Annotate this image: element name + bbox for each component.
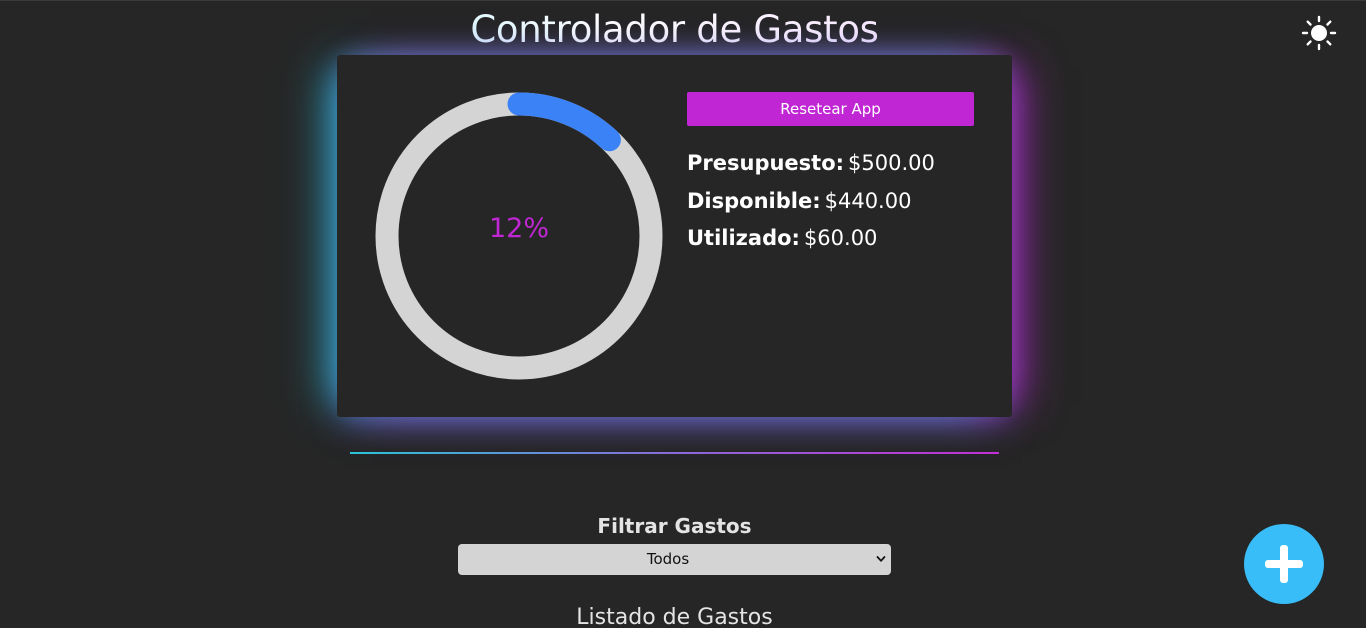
reset-app-button[interactable]: Resetear App xyxy=(687,92,974,126)
sun-icon xyxy=(1301,15,1337,51)
plus-icon xyxy=(1265,545,1303,583)
chevron-down-icon xyxy=(876,556,886,562)
filter-selected-value: Todos xyxy=(646,550,690,568)
stat-available: Disponible: $440.00 xyxy=(687,185,935,223)
page-title: Controlador de Gastos xyxy=(0,8,1349,52)
gradient-divider xyxy=(350,452,999,454)
progress-percentage: 12% xyxy=(488,213,549,244)
stat-budget: Presupuesto: $500.00 xyxy=(687,147,935,185)
stat-used-label: Utilizado: xyxy=(687,226,800,250)
expenses-list-title: Listado de Gastos xyxy=(576,605,773,628)
filter-label: Filtrar Gastos xyxy=(597,514,752,538)
budget-stats: Presupuesto: $500.00 Disponible: $440.00 U… xyxy=(687,147,935,260)
theme-toggle-button[interactable] xyxy=(1301,15,1337,51)
stat-budget-label: Presupuesto: xyxy=(687,151,845,175)
stat-used: Utilizado: $60.00 xyxy=(687,222,935,260)
budget-card: 12% Resetear App Presupuesto: $500.00 Dis… xyxy=(337,55,1012,417)
stat-used-value: $60.00 xyxy=(803,226,878,250)
add-expense-button[interactable] xyxy=(1244,524,1324,604)
stat-budget-value: $500.00 xyxy=(848,151,935,175)
app-page: Controlador de Gastos 12% Resetear App P… xyxy=(0,0,1366,628)
stat-available-value: $440.00 xyxy=(824,188,912,213)
stat-available-label: Disponible: xyxy=(687,188,821,213)
filter-select[interactable]: Todos xyxy=(458,544,891,575)
